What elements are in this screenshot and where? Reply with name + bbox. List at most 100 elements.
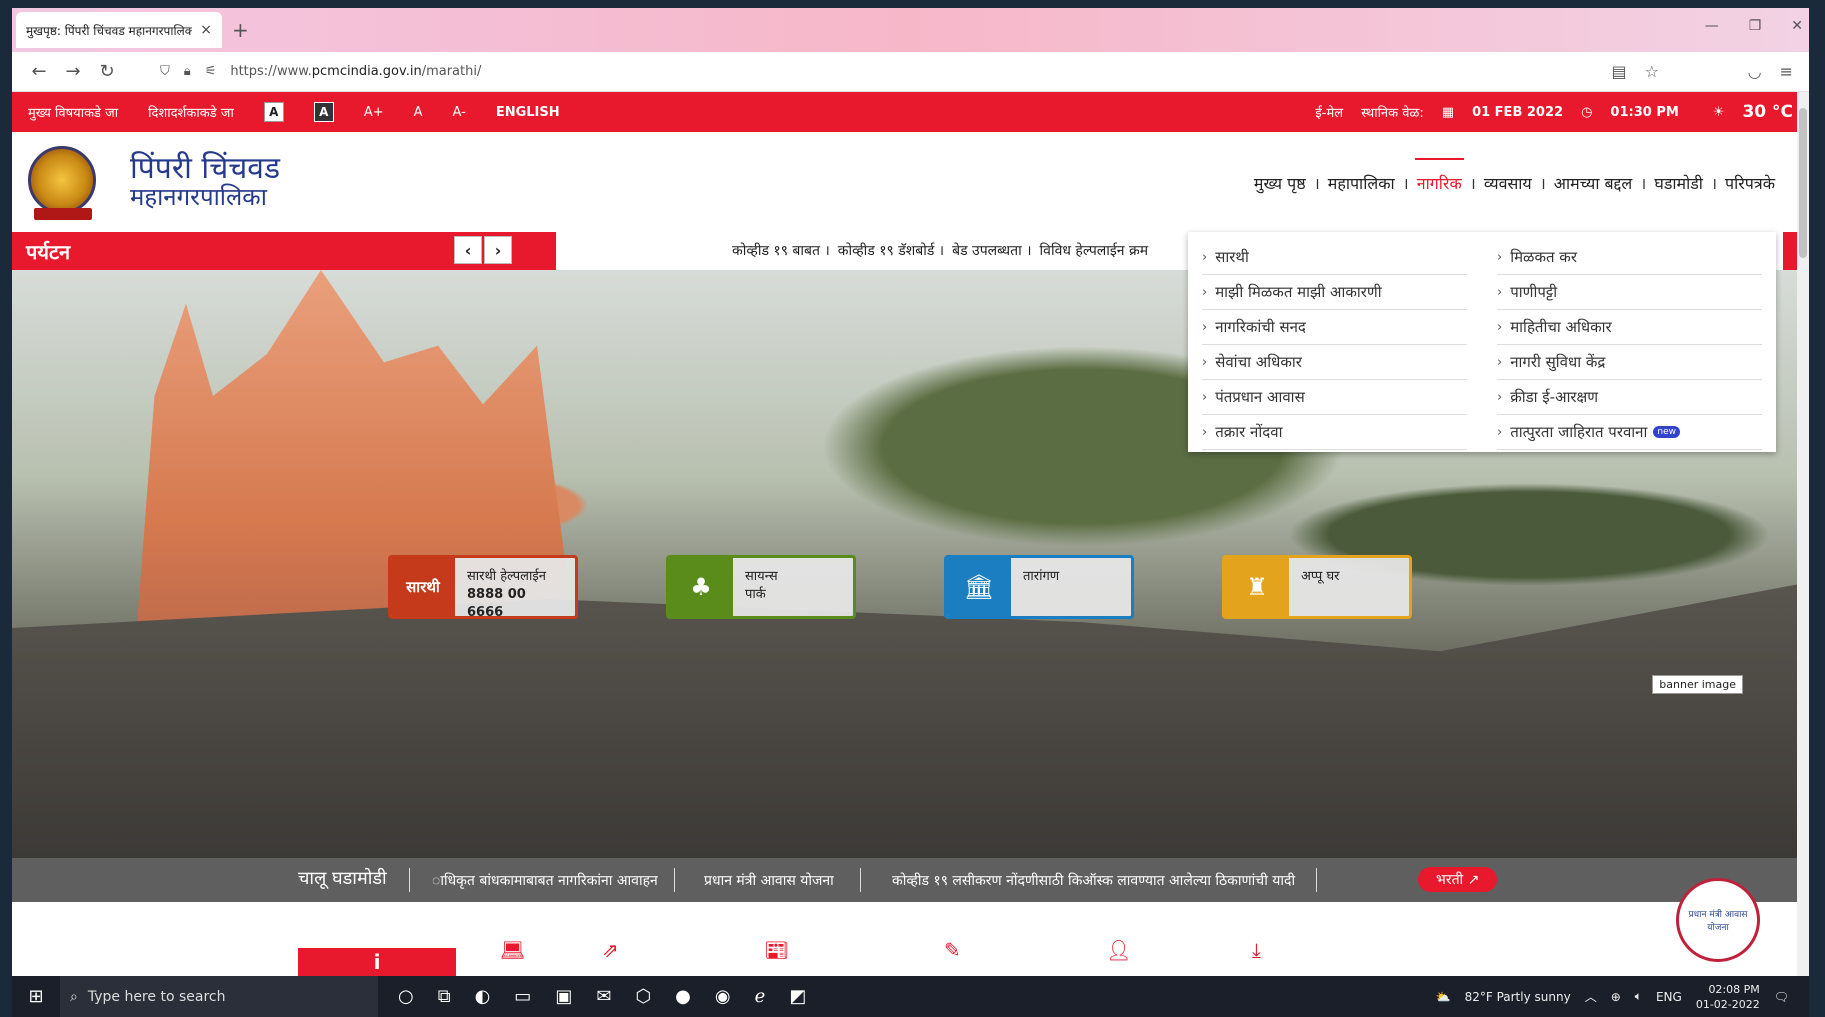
dropdown-item[interactable]: › नागरी सुविधा केंद्र <box>1497 345 1762 380</box>
ticker-item[interactable]: कोव्हीड १९ डॅशबोर्ड । <box>838 241 944 260</box>
nav-about[interactable]: आमच्या बद्दल <box>1546 172 1641 194</box>
task-view-icon[interactable]: ⧉ <box>438 986 451 1007</box>
menu-icon[interactable]: ≡ <box>1780 62 1793 81</box>
nav-news[interactable]: घडामोडी <box>1646 172 1711 194</box>
nav-circulars[interactable]: परिपत्रके <box>1717 172 1783 194</box>
event-link[interactable]: प्रधान मंत्री आवास योजना <box>704 871 834 890</box>
network-icon[interactable]: ⊕ <box>1611 990 1621 1004</box>
nav-corporation[interactable]: महापालिका <box>1320 172 1403 194</box>
recruitment-label: भरती <box>1436 872 1464 888</box>
chevron-right-icon: › <box>1497 424 1503 440</box>
chrome-icon[interactable]: ◉ <box>715 986 731 1007</box>
edge-icon[interactable]: ◐ <box>475 986 491 1007</box>
dropdown-item[interactable]: › मिळकत कर <box>1497 240 1762 275</box>
event-link[interactable]: कोव्हीड १९ लसीकरण नोंदणीसाठी किऑस्क लावण… <box>892 871 1295 890</box>
forward-icon[interactable]: → <box>56 61 90 82</box>
ticker-item[interactable]: कोव्हीड १९ बाबत । <box>732 241 830 260</box>
dropdown-item[interactable]: › पाणीपट्टी <box>1497 275 1762 310</box>
file-explorer-icon[interactable]: ▭ <box>514 986 531 1007</box>
tab-close-icon[interactable]: × <box>200 22 212 38</box>
quicklink-planetarium[interactable]: 🏛︎ तारांगण <box>944 555 1134 619</box>
new-tab-button[interactable]: + <box>232 18 249 42</box>
tray-chevron-icon[interactable]: ︿ <box>1585 988 1597 1005</box>
brand-name-line2[interactable]: महानगरपालिका <box>130 180 267 213</box>
app-icon[interactable]: ⬡ <box>635 986 651 1007</box>
chevron-right-icon: › <box>1202 424 1208 440</box>
skip-to-main-link[interactable]: मुख्य विषयाकडे जा <box>28 103 118 121</box>
events-separator <box>860 868 861 892</box>
ticker-item[interactable]: बेड उपलब्धता । <box>952 241 1031 260</box>
volume-icon[interactable]: 🔈︎ <box>1635 989 1642 1004</box>
dropdown-item[interactable]: › नागरिकांची सनद <box>1202 310 1467 345</box>
windows-taskbar: ⊞ ⌕ Type here to search ○ ⧉ ◐ ▭ ▣ ✉ ⬡ ● … <box>12 976 1809 1017</box>
quicklink-sarathi[interactable]: सारथी सारथी हेल्पलाईन 8888 00 6666 <box>388 555 578 619</box>
dropdown-item[interactable]: › क्रीडा ई-आरक्षण <box>1497 380 1762 415</box>
taskbar-search[interactable]: ⌕ Type here to search <box>60 976 378 1017</box>
ticker-item[interactable]: विविध हेल्पलाईन क्रम <box>1040 241 1149 260</box>
ticker-next-button[interactable]: › <box>484 236 512 264</box>
url-field[interactable]: ⛉ 🔒︎ ⚟ https://www.pcmcindia.gov.in/mara… <box>160 64 481 79</box>
ie-icon[interactable]: ℯ <box>755 986 766 1007</box>
font-decrease-button[interactable]: A- <box>453 105 466 120</box>
external-link-icon[interactable]: ⇗ <box>602 938 619 962</box>
nav-business[interactable]: व्यवसाय <box>1476 172 1540 194</box>
minimize-icon[interactable]: — <box>1705 18 1719 34</box>
taskbar-apps: ○ ⧉ ◐ ▭ ▣ ✉ ⬡ ● ◉ ℯ ◩ <box>398 986 806 1007</box>
window-controls: — ❐ ✕ <box>1705 18 1803 34</box>
language-indicator[interactable]: ENG <box>1656 990 1682 1004</box>
restore-icon[interactable]: ❐ <box>1749 18 1762 34</box>
laptop-icon[interactable]: 💻︎ <box>500 938 525 962</box>
dropdown-item[interactable]: › माहितीचा अधिकार <box>1497 310 1762 345</box>
page-scrollbar[interactable] <box>1797 92 1809 976</box>
app-window-icon[interactable]: ◩ <box>789 986 806 1007</box>
info-tab[interactable]: i <box>298 948 456 976</box>
back-icon[interactable]: ← <box>22 61 56 82</box>
newspaper-icon[interactable]: 📰︎ <box>764 938 789 962</box>
nav-home[interactable]: मुख्य पृष्ठ <box>1246 172 1314 194</box>
pcmc-logo[interactable] <box>28 146 96 214</box>
dropdown-item[interactable]: › तात्पुरता जाहिरात परवाना new <box>1497 415 1762 450</box>
quicklink-phone: 8888 00 6666 <box>467 587 526 619</box>
pm-awas-yojana-badge[interactable]: प्रधान मंत्री आवास योजना <box>1676 878 1760 962</box>
windows-start-icon[interactable]: ⊞ <box>12 986 60 1007</box>
quicklink-science-park[interactable]: ♣ सायन्स पार्क <box>666 555 856 619</box>
dropdown-item[interactable]: › माझी मिळकत माझी आकारणी <box>1202 275 1467 310</box>
email-link[interactable]: ई-मेल <box>1315 103 1343 121</box>
contrast-light-button[interactable]: A <box>263 102 284 122</box>
pocket-icon[interactable]: ◡ <box>1748 62 1762 81</box>
close-window-icon[interactable]: ✕ <box>1791 18 1803 34</box>
dropdown-item[interactable]: › सारथी <box>1202 240 1467 275</box>
scrollbar-thumb[interactable] <box>1799 108 1807 258</box>
nav-citizen[interactable]: नागरिक <box>1409 158 1470 194</box>
taskbar-clock[interactable]: 02:08 PM 01-02-2022 <box>1696 982 1760 1012</box>
reader-view-icon[interactable]: ▤ <box>1612 62 1627 81</box>
browser-tab[interactable]: मुखपृष्ठ: पिंपरी चिंचवड महानगरपालिका × <box>16 12 222 48</box>
skip-to-nav-link[interactable]: दिशादर्शकाकडे जा <box>148 103 234 121</box>
dropdown-item-label: क्रीडा ई-आरक्षण <box>1510 388 1599 406</box>
contrast-dark-button[interactable]: A <box>313 102 334 122</box>
firefox-icon[interactable]: ● <box>675 986 691 1007</box>
font-increase-button[interactable]: A+ <box>364 105 384 120</box>
english-link[interactable]: ENGLISH <box>496 105 560 120</box>
clock-icon: ◷ <box>1581 104 1593 120</box>
dropdown-item[interactable]: › सेवांचा अधिकार <box>1202 345 1467 380</box>
dropdown-item[interactable]: › पंतप्रधान आवास <box>1202 380 1467 415</box>
mail-icon[interactable]: ✉ <box>596 986 611 1007</box>
weather-text[interactable]: 82°F Partly sunny <box>1465 990 1571 1004</box>
notification-icon[interactable]: 🗨︎ <box>1774 990 1789 1004</box>
bookmark-star-icon[interactable]: ☆ <box>1645 62 1659 81</box>
ticker-prev-button[interactable]: ‹ <box>454 236 482 264</box>
user-icon[interactable]: 👤︎ <box>1106 938 1131 962</box>
dropdown-item[interactable]: › तक्रार नोंदवा <box>1202 415 1467 450</box>
recruitment-button[interactable]: भरती ↗ <box>1418 867 1498 892</box>
download-icon[interactable]: ⤓ <box>1252 938 1261 962</box>
reload-icon[interactable]: ↻ <box>90 61 124 82</box>
cortana-icon[interactable]: ○ <box>398 986 414 1007</box>
quicklink-appu-ghar[interactable]: ♜ अप्पू घर <box>1222 555 1412 619</box>
tourism-label: पर्यटन <box>12 232 354 280</box>
font-normal-button[interactable]: A <box>414 105 423 120</box>
site-header: पिंपरी चिंचवड महानगरपालिका मुख्य पृष्ठ । … <box>12 132 1809 232</box>
event-link[interactable]: ाधिकृत बांधकामाबाबत नागरिकांना आवाहन <box>432 871 658 890</box>
edit-icon[interactable]: ✎ <box>944 938 961 962</box>
store-icon[interactable]: ▣ <box>555 986 572 1007</box>
